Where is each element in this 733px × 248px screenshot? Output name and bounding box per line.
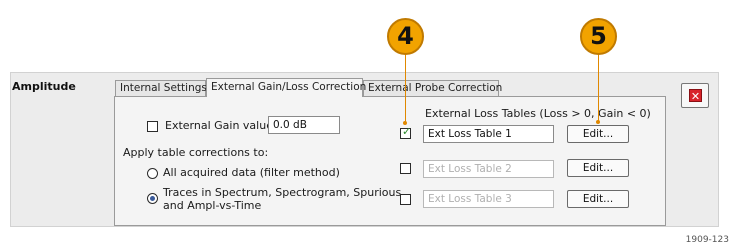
- radio-all-acquired-data-label: All acquired data (filter method): [163, 166, 340, 179]
- close-icon: ✕: [689, 89, 702, 103]
- check-icon: ✓: [402, 125, 412, 138]
- tab-internal-settings[interactable]: Internal Settings: [115, 80, 207, 96]
- loss-table-2-edit-button[interactable]: Edit...: [567, 159, 629, 177]
- tab-external-probe-correction[interactable]: External Probe Correction: [363, 80, 502, 96]
- tab-external-gain-loss-correction[interactable]: External Gain/Loss Correction: [206, 78, 366, 97]
- external-gain-label: External Gain value:: [165, 119, 277, 132]
- figure-code: 1909-123: [685, 235, 729, 245]
- loss-table-1-field[interactable]: Ext Loss Table 1: [423, 125, 554, 143]
- callout-4-leader: [405, 54, 406, 123]
- radio-traces-label-line1: Traces in Spectrum, Spectrogram, Spuriou…: [163, 186, 402, 199]
- apply-corrections-label: Apply table corrections to:: [123, 146, 269, 159]
- loss-table-3-checkbox[interactable]: [400, 194, 411, 205]
- callout-5: 5: [580, 18, 617, 55]
- external-gain-value-field[interactable]: 0.0 dB: [268, 116, 340, 134]
- loss-tables-header: External Loss Tables (Loss > 0, Gain < 0…: [425, 107, 651, 120]
- radio-traces[interactable]: [147, 193, 158, 204]
- callout-4-dot: [403, 121, 407, 125]
- callout-4: 4: [387, 18, 424, 55]
- section-label: Amplitude: [12, 80, 76, 93]
- callout-5-leader: [598, 54, 599, 122]
- radio-traces-label-line2: and Ampl-vs-Time: [163, 199, 262, 212]
- external-gain-checkbox[interactable]: [147, 121, 158, 132]
- callout-5-dot: [596, 120, 600, 124]
- loss-table-3-edit-button[interactable]: Edit...: [567, 190, 629, 208]
- loss-table-2-field: Ext Loss Table 2: [423, 160, 554, 178]
- close-button[interactable]: ✕: [681, 83, 709, 108]
- loss-table-3-field: Ext Loss Table 3: [423, 190, 554, 208]
- loss-table-2-checkbox[interactable]: [400, 163, 411, 174]
- loss-table-1-edit-button[interactable]: Edit...: [567, 125, 629, 143]
- loss-table-1-checkbox[interactable]: ✓: [400, 125, 412, 139]
- radio-all-acquired-data[interactable]: [147, 168, 158, 179]
